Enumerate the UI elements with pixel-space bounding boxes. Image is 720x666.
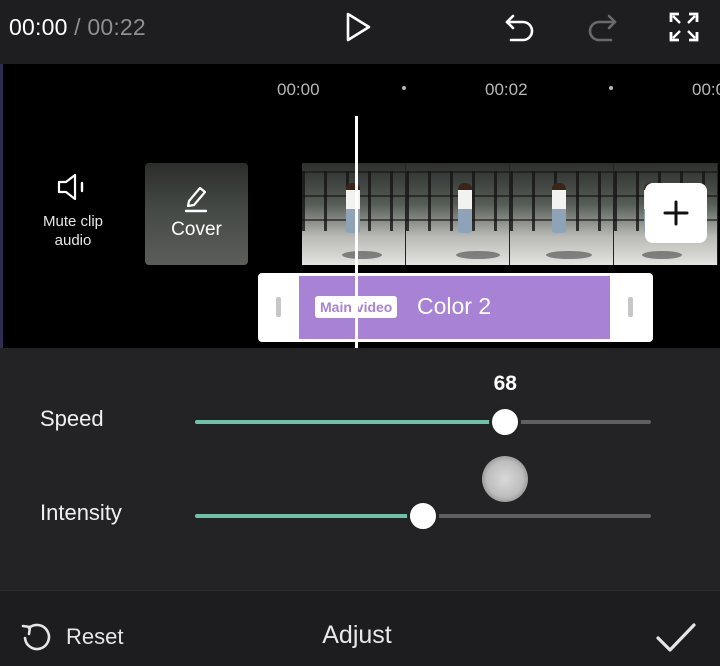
play-button[interactable] bbox=[338, 10, 378, 44]
bottom-bar: Reset Adjust bbox=[0, 590, 720, 666]
intensity-slider[interactable] bbox=[195, 500, 651, 532]
cover-thumbnail bbox=[145, 163, 248, 265]
mute-clip-audio-button[interactable]: Mute clip audio bbox=[30, 172, 116, 250]
undo-button[interactable] bbox=[500, 10, 540, 44]
mute-clip-audio-label: Mute clip audio bbox=[42, 213, 104, 249]
duration: 00:22 bbox=[87, 14, 146, 40]
plus-icon bbox=[663, 200, 689, 226]
fullscreen-button[interactable] bbox=[666, 10, 702, 44]
speaker-icon bbox=[57, 173, 84, 201]
current-time: 00:00 bbox=[9, 14, 68, 40]
speed-slider-thumb[interactable] bbox=[489, 406, 522, 438]
intensity-slider-thumb[interactable] bbox=[407, 500, 439, 532]
undo-icon bbox=[505, 14, 534, 42]
ruler-label: 00:02 bbox=[485, 80, 528, 99]
intensity-label: Intensity bbox=[40, 500, 122, 525]
clip-trim-handle-right[interactable] bbox=[628, 297, 633, 317]
cover-label: Cover bbox=[171, 219, 222, 240]
panel-title: Adjust bbox=[322, 621, 392, 649]
effect-clip-name: Color 2 bbox=[417, 293, 492, 319]
speed-value: 68 bbox=[493, 372, 517, 395]
video-frame bbox=[406, 163, 510, 265]
time-readout: 00:00 / 00:22 bbox=[9, 14, 146, 41]
redo-icon bbox=[588, 14, 617, 42]
ruler-tick bbox=[402, 86, 406, 90]
playhead[interactable] bbox=[355, 116, 358, 348]
touch-indicator bbox=[482, 456, 528, 502]
ruler-label: 00:0 bbox=[692, 80, 720, 99]
ruler-tick bbox=[609, 86, 613, 90]
player-toolbar: 00:00 / 00:22 bbox=[0, 0, 720, 64]
checkmark-icon bbox=[656, 623, 696, 652]
redo-button[interactable] bbox=[582, 10, 622, 44]
effect-clip-body: Main video Color 2 bbox=[299, 276, 610, 339]
play-icon bbox=[346, 12, 371, 42]
speed-slider-fill bbox=[195, 420, 506, 424]
cover-button[interactable]: Cover bbox=[145, 163, 248, 265]
timeline[interactable]: 00:00 00:02 00:0 Mute clip audio Cover bbox=[0, 64, 720, 348]
timeline-edge bbox=[0, 64, 3, 348]
ruler-label: 00:00 bbox=[277, 80, 320, 99]
clip-trim-handle-left[interactable] bbox=[276, 297, 281, 317]
confirm-button[interactable] bbox=[655, 621, 697, 660]
add-clip-button[interactable] bbox=[645, 183, 707, 243]
intensity-slider-fill bbox=[195, 514, 423, 518]
speed-label: Speed bbox=[40, 406, 104, 431]
effect-clip[interactable]: Main video Color 2 bbox=[258, 273, 653, 342]
pencil-icon bbox=[184, 186, 208, 213]
video-frame bbox=[510, 163, 614, 265]
time-separator: / bbox=[74, 14, 81, 40]
video-frame bbox=[302, 163, 406, 265]
adjust-panel: Speed 68 Intensity bbox=[0, 348, 720, 590]
fullscreen-icon bbox=[669, 12, 699, 42]
speed-slider[interactable] bbox=[195, 406, 651, 438]
